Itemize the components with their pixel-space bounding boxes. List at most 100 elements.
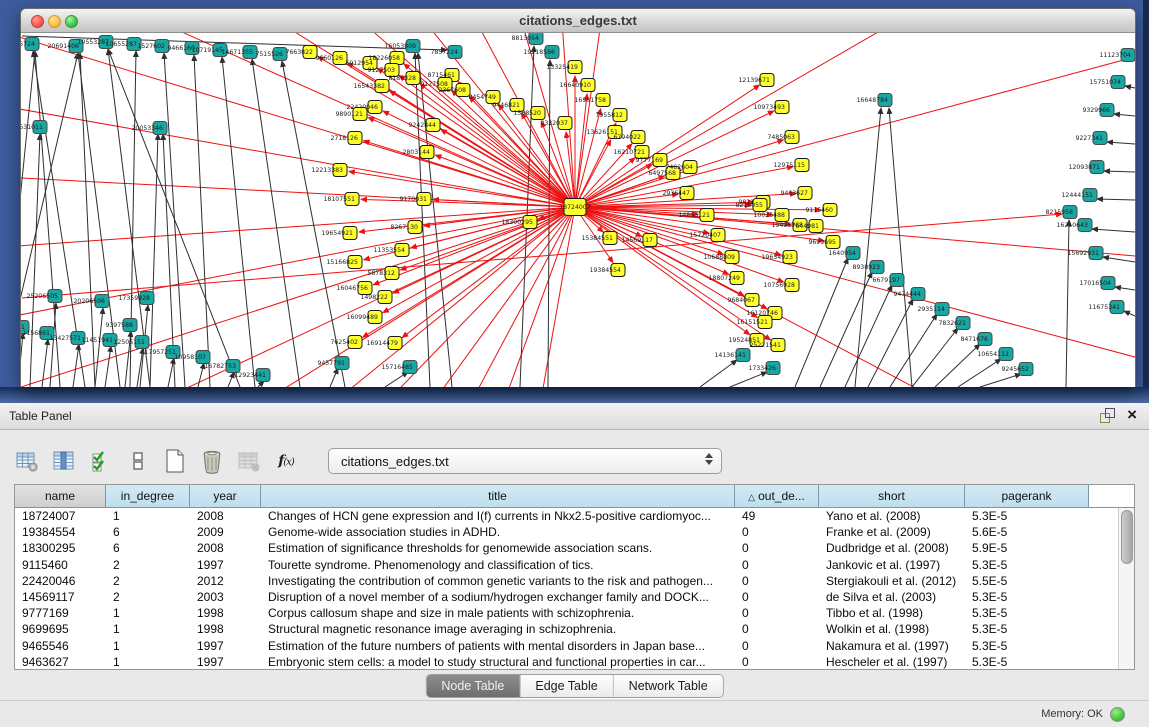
table-toolbar: f(x) citations_edges.txt — [14, 444, 722, 478]
table-row[interactable]: 911546021997Tourette syndrome. Phenomeno… — [15, 557, 1134, 573]
table-row[interactable]: 1830029562008Estimation of significance … — [15, 540, 1134, 556]
graph-node-label: 18107551 — [324, 196, 356, 203]
graph-edge — [385, 372, 408, 387]
sort-ascending-icon: △ — [748, 492, 755, 502]
graph-node-label: 9242844 — [408, 122, 436, 129]
graph-node-label: 20206506 — [74, 298, 106, 305]
table-row[interactable]: 977716911998Corpus callosum shape and si… — [15, 605, 1134, 621]
table-row[interactable]: 1938455462009Genome-wide association stu… — [15, 524, 1134, 540]
table-row[interactable]: 2242004622012Investigating the contribut… — [15, 573, 1134, 589]
graph-node-label: 11123704 — [1100, 52, 1132, 59]
graph-edge — [1066, 220, 1069, 387]
graph-node-label: 14671355 — [222, 49, 254, 56]
network-window-titlebar[interactable]: citations_edges.txt — [21, 9, 1135, 33]
graph-node-label: 9684067 — [727, 297, 755, 304]
float-window-icon[interactable] — [1099, 407, 1115, 423]
table-row[interactable]: 1456911722003Disruption of a novel membe… — [15, 589, 1134, 605]
graph-node-label: 6679197 — [872, 277, 900, 284]
select-columns-checklist-icon[interactable] — [88, 448, 114, 474]
tab-edge-table[interactable]: Edge Table — [520, 675, 613, 697]
graph-node-label: 15720407 — [690, 232, 722, 239]
table-cell: 0 — [735, 638, 819, 654]
table-cell: 2 — [106, 589, 190, 605]
graph-edge — [1124, 311, 1135, 316]
table-cell: 2003 — [190, 589, 261, 605]
graph-node-label: 12505151 — [114, 339, 146, 346]
graph-node-label: 12975115 — [774, 162, 806, 169]
table-row[interactable]: 1872400712008Changes of HCN gene express… — [15, 508, 1134, 524]
graph-node-label: 19654921 — [322, 230, 354, 237]
table-cell: 18300295 — [15, 540, 106, 556]
graph-node-label: 11451941 — [82, 337, 114, 344]
graph-edge — [73, 344, 79, 387]
graph-node-label: 13427571 — [50, 335, 82, 342]
graph-edge — [1107, 142, 1135, 144]
graph-node-label: 2936447 — [662, 190, 690, 197]
graph-edge — [730, 372, 767, 387]
graph-edge — [1104, 171, 1135, 172]
graph-node-label: 14569117 — [622, 237, 654, 244]
table-cell: 18724007 — [15, 508, 106, 524]
table-row[interactable]: 946362711997Embryonic stem cells: a mode… — [15, 654, 1134, 670]
show-columns-icon[interactable] — [51, 448, 77, 474]
delete-column-trash-icon[interactable] — [199, 448, 225, 474]
column-header-in-degree[interactable]: in_degree — [106, 485, 190, 507]
graph-node-label: 8938923 — [852, 264, 880, 271]
network-select-dropdown[interactable]: citations_edges.txt — [328, 448, 722, 474]
graph-node-label: 16961758 — [575, 97, 607, 104]
graph-node-label: 9245652 — [1001, 366, 1029, 373]
graph-node-label: 16782753 — [205, 363, 237, 370]
graph-node-label: 5878312 — [367, 270, 395, 277]
table-cell: 5.6E-5 — [965, 524, 1089, 540]
graph-node-label: 10688809 — [704, 254, 736, 261]
row-height-icon[interactable] — [125, 448, 151, 474]
column-header-title[interactable]: title — [261, 485, 735, 507]
table-cell: 0 — [735, 589, 819, 605]
graph-node-label: 19384554 — [590, 267, 622, 274]
graph-node-label: 7663822 — [285, 49, 313, 56]
graph-node-label: 24055724 — [21, 41, 35, 48]
create-column-icon[interactable] — [162, 448, 188, 474]
graph-node-label: 16543382 — [354, 83, 386, 90]
tab-network-table[interactable]: Network Table — [614, 675, 723, 697]
column-header-name[interactable]: name — [15, 485, 106, 507]
graph-node-label: 14863121 — [679, 212, 711, 219]
function-builder-icon[interactable]: f(x) — [273, 448, 299, 474]
table-cell: 5.3E-5 — [965, 605, 1089, 621]
graph-node-label: 9474444 — [893, 291, 921, 298]
table-cell: Changes of HCN gene expression and I(f) … — [261, 508, 735, 524]
graph-node-label: 11156861 — [21, 330, 50, 337]
graph-edge — [889, 108, 912, 387]
table-mode-icon[interactable] — [14, 448, 40, 474]
vertical-scrollbar[interactable] — [1118, 508, 1134, 669]
graph-edge — [368, 118, 575, 207]
graph-node-label: 18724007 — [559, 204, 591, 211]
graph-edge — [575, 94, 587, 207]
graph-edge — [575, 33, 700, 207]
network-window: citations_edges.txt 18724007183002957663… — [20, 8, 1136, 387]
graph-edge — [795, 258, 848, 387]
graph-node-label: 10654112 — [978, 351, 1010, 358]
graph-edge — [228, 372, 234, 387]
table-cell: 1 — [106, 638, 190, 654]
table-row[interactable]: 946554611997Estimation of the future num… — [15, 638, 1134, 654]
close-panel-icon[interactable]: × — [1127, 407, 1137, 423]
column-header-year[interactable]: year — [190, 485, 261, 507]
network-canvas[interactable]: 1872400718300295766382296601265912954182… — [21, 33, 1135, 387]
graph-node-label: 9397588 — [105, 322, 133, 329]
column-header-short[interactable]: short — [819, 485, 965, 507]
column-header-pagerank[interactable]: pagerank — [965, 485, 1089, 507]
column-header-out-de-[interactable]: △out_de... — [735, 485, 819, 507]
graph-node-label: 19218586 — [524, 49, 556, 56]
graph-node-label: 7832621 — [938, 320, 966, 327]
tab-node-table[interactable]: Node Table — [426, 675, 520, 697]
graph-edge — [419, 207, 575, 387]
table-row[interactable]: 969969511998Structural magnetic resonanc… — [15, 621, 1134, 637]
scrollbar-thumb[interactable] — [1121, 510, 1133, 564]
node-table: namein_degreeyeartitle△out_de...shortpag… — [14, 484, 1135, 670]
table-panel-title: Table Panel — [9, 409, 72, 423]
graph-node-label: 9699695 — [808, 239, 836, 246]
table-cell: 2012 — [190, 573, 261, 589]
graph-edge — [1125, 86, 1135, 88]
graph-node-label: 1733426 — [748, 365, 776, 372]
